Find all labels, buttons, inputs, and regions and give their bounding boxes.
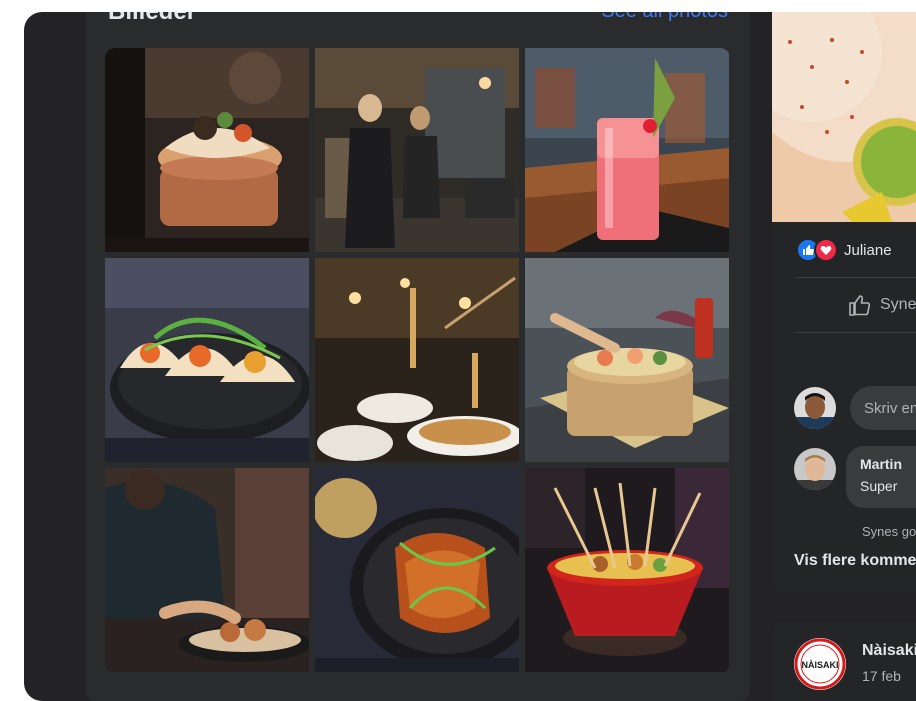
love-reaction-icon <box>814 238 838 262</box>
thumbs-up-icon <box>849 295 871 316</box>
photo-tile-kitchen[interactable] <box>315 48 519 252</box>
photo-noodles-image <box>315 258 519 462</box>
photo-tile-cocktail[interactable] <box>525 48 729 252</box>
like-button-label: Synes godt om <box>880 296 916 313</box>
photo-cocktail-image <box>525 48 729 252</box>
photo-tacos-image <box>105 258 309 462</box>
reactions-summary[interactable]: Juliane <box>796 238 892 262</box>
like-button[interactable]: Synes godt om <box>848 294 916 316</box>
comment-input[interactable] <box>850 386 916 430</box>
photo-tile-tacos[interactable] <box>105 258 309 462</box>
svg-text:NÀISAKI: NÀISAKI <box>801 660 838 670</box>
photo-poke-image <box>525 258 729 462</box>
photos-card: Billeder See all photos <box>86 12 750 701</box>
reaction-names: Juliane <box>844 241 892 259</box>
divider <box>796 277 916 278</box>
divider <box>796 332 916 333</box>
comment-text: Super <box>860 478 898 494</box>
photo-chef-image <box>105 468 309 672</box>
photo-skewers-image <box>525 468 729 672</box>
post-card-2: NÀISAKI Nàisaki 17 feb <box>772 622 916 701</box>
commenter-avatar[interactable] <box>794 448 836 490</box>
app-window: Billeder See all photos <box>24 12 916 701</box>
see-all-photos-link[interactable]: See all photos <box>601 12 728 23</box>
photo-tile-chef-plating[interactable] <box>105 468 309 672</box>
comment-bubble: Martin Super <box>846 446 916 508</box>
photos-title: Billeder <box>108 12 196 26</box>
comment-author[interactable]: Martin <box>860 456 902 472</box>
photo-chicken-image <box>315 468 519 672</box>
more-comments-link[interactable]: Vis flere kommentarer <box>794 552 916 570</box>
comment-like-link[interactable]: Synes godt om <box>862 524 916 539</box>
page-logo[interactable]: NÀISAKI <box>794 638 846 690</box>
post-date[interactable]: 17 feb <box>862 668 901 684</box>
post-image[interactable] <box>772 12 916 222</box>
photo-tile-noodles[interactable] <box>315 258 519 462</box>
photo-kitchen-image <box>315 48 519 252</box>
post-card: Juliane Synes godt om <box>772 12 916 590</box>
photo-bao-image <box>105 48 309 252</box>
photo-tile-bao[interactable] <box>105 48 309 252</box>
reaction-icons <box>796 238 838 262</box>
photo-tile-glazed-chicken[interactable] <box>315 468 519 672</box>
photo-tile-poke-bowl[interactable] <box>525 258 729 462</box>
page-name[interactable]: Nàisaki <box>862 642 916 660</box>
photo-grid <box>105 48 730 673</box>
photo-tile-skewers[interactable] <box>525 468 729 672</box>
current-user-avatar[interactable] <box>794 387 836 429</box>
